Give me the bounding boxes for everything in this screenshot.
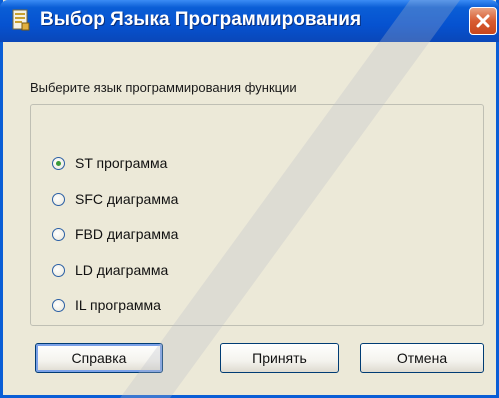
radio-label-fbd: FBD диаграмма — [75, 226, 179, 242]
radio-il[interactable] — [52, 298, 65, 312]
accept-button[interactable]: Принять — [220, 343, 339, 373]
radio-label-st: ST программа — [75, 155, 168, 171]
app-icon — [12, 9, 30, 31]
radio-option-st[interactable]: ST программа — [52, 152, 167, 174]
title-bar[interactable]: Выбор Языка Программирования — [0, 0, 499, 42]
close-icon — [476, 14, 490, 28]
radio-option-fbd[interactable]: FBD диаграмма — [52, 223, 178, 245]
radio-option-il[interactable]: IL программа — [52, 294, 161, 316]
language-groupbox — [30, 104, 484, 326]
radio-label-il: IL программа — [75, 297, 161, 313]
window-title: Выбор Языка Программирования — [40, 9, 362, 30]
cancel-button[interactable]: Отмена — [360, 343, 484, 373]
radio-sfc[interactable] — [52, 192, 65, 206]
radio-st[interactable] — [52, 156, 65, 170]
radio-option-sfc[interactable]: SFC диаграмма — [52, 188, 178, 210]
radio-label-sfc: SFC диаграмма — [75, 191, 179, 207]
close-button[interactable] — [469, 7, 497, 35]
radio-ld[interactable] — [52, 263, 65, 277]
help-button[interactable]: Справка — [35, 343, 163, 373]
radio-option-ld[interactable]: LD диаграмма — [52, 259, 168, 281]
prompt-label: Выберите язык программирования функции — [30, 80, 297, 95]
radio-label-ld: LD диаграмма — [75, 262, 169, 278]
radio-fbd[interactable] — [52, 227, 65, 241]
